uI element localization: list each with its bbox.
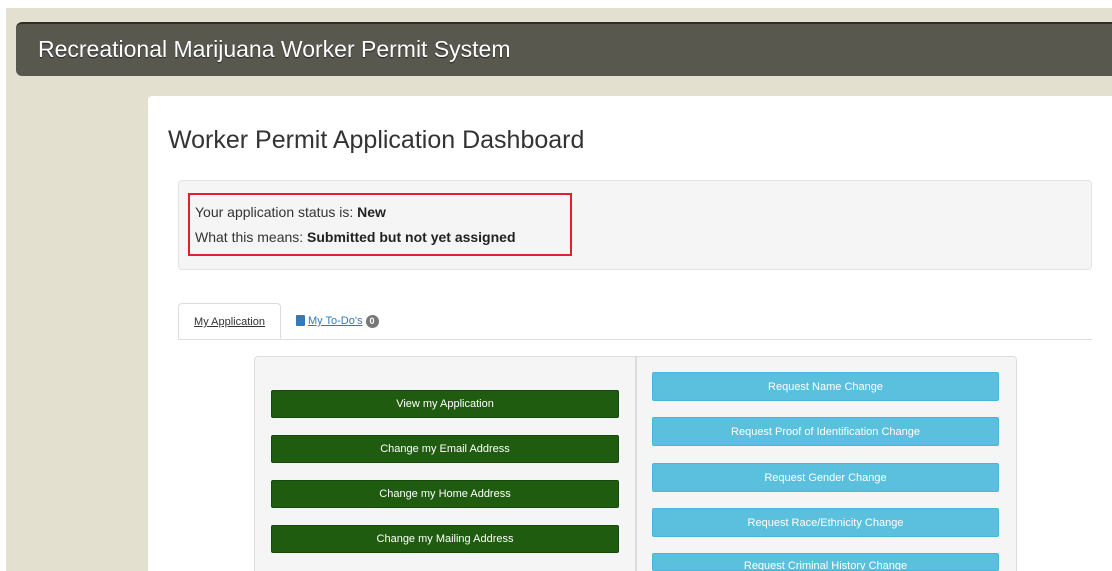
status-meaning-label: What this means: xyxy=(195,229,308,245)
dashboard-tabs: My Application My To-Do's 0 xyxy=(178,303,1092,340)
request-name-change-button[interactable]: Request Name Change xyxy=(652,372,999,401)
view-application-button[interactable]: View my Application xyxy=(271,390,619,418)
page-title: Worker Permit Application Dashboard xyxy=(168,126,585,154)
book-icon xyxy=(296,315,305,326)
change-home-address-button[interactable]: Change my Home Address xyxy=(271,480,619,508)
status-meaning-line: What this means: Submitted but not yet a… xyxy=(195,229,516,245)
top-gap xyxy=(0,0,1112,8)
request-criminal-history-change-button[interactable]: Request Criminal History Change xyxy=(652,553,999,571)
tab-my-todos[interactable]: My To-Do's 0 xyxy=(296,303,406,339)
app-title: Recreational Marijuana Worker Permit Sys… xyxy=(38,36,511,62)
dashboard-panel: Worker Permit Application Dashboard Your… xyxy=(148,96,1112,571)
app-header: Recreational Marijuana Worker Permit Sys… xyxy=(16,22,1112,76)
change-mailing-address-button[interactable]: Change my Mailing Address xyxy=(271,525,619,553)
status-line: Your application status is: New xyxy=(195,204,386,220)
status-value: New xyxy=(357,204,386,220)
request-gender-change-button[interactable]: Request Gender Change xyxy=(652,463,999,492)
request-id-change-button[interactable]: Request Proof of Identification Change xyxy=(652,417,999,446)
request-race-change-button[interactable]: Request Race/Ethnicity Change xyxy=(652,508,999,537)
status-meaning-value: Submitted but not yet assigned xyxy=(307,229,516,245)
status-label: Your application status is: xyxy=(195,204,358,220)
tab-my-todos-label: My To-Do's xyxy=(308,315,363,327)
todos-count-badge: 0 xyxy=(365,315,379,328)
tab-my-application[interactable]: My Application xyxy=(178,303,281,339)
change-email-button[interactable]: Change my Email Address xyxy=(271,435,619,463)
status-highlight-box xyxy=(188,193,572,256)
tab-my-application-label: My Application xyxy=(194,316,265,328)
